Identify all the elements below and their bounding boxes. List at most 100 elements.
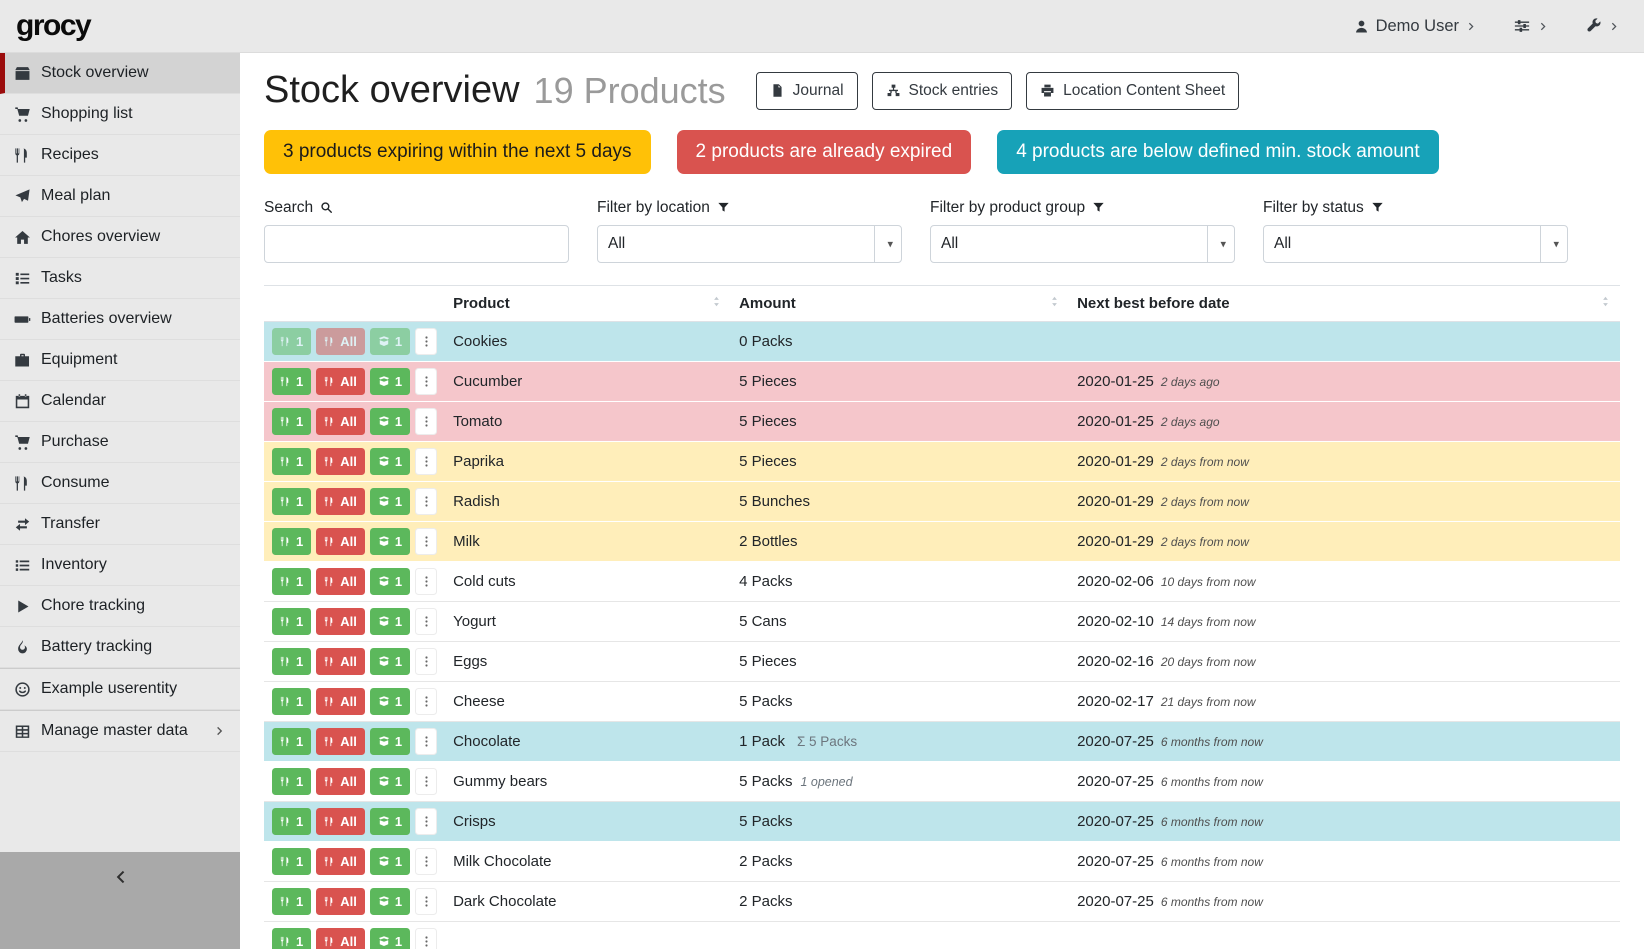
row-menu-button[interactable] [415, 488, 437, 515]
consume-one-button[interactable]: 1 [272, 688, 311, 715]
open-one-button[interactable]: 1 [370, 408, 410, 435]
open-one-button[interactable]: 1 [370, 848, 410, 875]
open-one-button[interactable]: 1 [370, 768, 410, 795]
sort-icon[interactable] [1048, 295, 1061, 308]
open-one-button[interactable]: 1 [370, 608, 410, 635]
row-menu-button[interactable] [415, 528, 437, 555]
consume-one-button[interactable]: 1 [272, 448, 311, 475]
consume-one-button[interactable]: 1 [272, 928, 311, 949]
open-one-button[interactable]: 1 [370, 488, 410, 515]
consume-one-button[interactable]: 1 [272, 488, 311, 515]
row-menu-button[interactable] [415, 408, 437, 435]
consume-all-button[interactable]: All [316, 528, 365, 555]
row-menu-button[interactable] [415, 848, 437, 875]
status-filter-select[interactable]: All [1264, 226, 1567, 262]
sidebar-item-battery-tracking[interactable]: Battery tracking [0, 627, 240, 668]
consume-one-button[interactable]: 1 [272, 768, 311, 795]
row-menu-button[interactable] [415, 928, 437, 949]
consume-all-button[interactable]: All [316, 608, 365, 635]
sidebar-item-chores-overview[interactable]: Chores overview [0, 217, 240, 258]
consume-one-button[interactable]: 1 [272, 728, 311, 755]
consume-one-button[interactable]: 1 [272, 368, 311, 395]
open-one-button[interactable]: 1 [370, 728, 410, 755]
consume-one-button[interactable]: 1 [272, 608, 311, 635]
consume-one-button[interactable]: 1 [272, 328, 311, 355]
open-one-button[interactable]: 1 [370, 808, 410, 835]
open-one-button[interactable]: 1 [370, 528, 410, 555]
sidebar-item-chore-tracking[interactable]: Chore tracking [0, 586, 240, 627]
sidebar-item-calendar[interactable]: Calendar [0, 381, 240, 422]
row-menu-button[interactable] [415, 608, 437, 635]
open-one-button[interactable]: 1 [370, 328, 410, 355]
consume-one-button[interactable]: 1 [272, 808, 311, 835]
sidebar-item-meal-plan[interactable]: Meal plan [0, 176, 240, 217]
open-one-button[interactable]: 1 [370, 928, 410, 949]
open-one-button[interactable]: 1 [370, 448, 410, 475]
location-filter-select[interactable]: All [598, 226, 901, 262]
consume-all-button[interactable]: All [316, 488, 365, 515]
search-input[interactable] [264, 225, 569, 263]
row-menu-button[interactable] [415, 728, 437, 755]
consume-all-button[interactable]: All [316, 728, 365, 755]
row-menu-button[interactable] [415, 328, 437, 355]
sidebar-item-transfer[interactable]: Transfer [0, 504, 240, 545]
status-banner-1[interactable]: 3 products expiring within the next 5 da… [264, 130, 651, 174]
row-menu-button[interactable] [415, 648, 437, 675]
journal-button[interactable]: Journal [756, 72, 858, 110]
sidebar-item-example-userentity[interactable]: Example userentity [0, 668, 240, 710]
consume-all-button[interactable]: All [316, 688, 365, 715]
sidebar-item-shopping-list[interactable]: Shopping list [0, 94, 240, 135]
row-menu-button[interactable] [415, 888, 437, 915]
date-cell [1069, 321, 1620, 361]
consume-all-button[interactable]: All [316, 888, 365, 915]
sidebar-item-consume[interactable]: Consume [0, 463, 240, 504]
sidebar-item-manage-master-data[interactable]: Manage master data [0, 710, 240, 752]
consume-all-button[interactable]: All [316, 648, 365, 675]
sidebar-item-equipment[interactable]: Equipment [0, 340, 240, 381]
row-menu-button[interactable] [415, 808, 437, 835]
row-menu-button[interactable] [415, 368, 437, 395]
sidebar-item-tasks[interactable]: Tasks [0, 258, 240, 299]
sidebar-item-batteries-overview[interactable]: Batteries overview [0, 299, 240, 340]
consume-all-button[interactable]: All [316, 808, 365, 835]
sidebar-item-stock-overview[interactable]: Stock overview [0, 53, 240, 94]
sidebar-item-purchase[interactable]: Purchase [0, 422, 240, 463]
consume-all-button[interactable]: All [316, 568, 365, 595]
open-one-button[interactable]: 1 [370, 568, 410, 595]
sidebar-collapse-button[interactable] [0, 852, 240, 949]
consume-all-button[interactable]: All [316, 328, 365, 355]
consume-all-button[interactable]: All [316, 928, 365, 949]
open-one-button[interactable]: 1 [370, 648, 410, 675]
sidebar-item-inventory[interactable]: Inventory [0, 545, 240, 586]
row-menu-button[interactable] [415, 768, 437, 795]
settings-menu[interactable] [1513, 17, 1549, 35]
sort-icon[interactable] [710, 295, 723, 308]
consume-one-button[interactable]: 1 [272, 408, 311, 435]
consume-all-button[interactable]: All [316, 848, 365, 875]
stock-entries-button[interactable]: Stock entries [872, 72, 1013, 110]
row-menu-button[interactable] [415, 448, 437, 475]
consume-one-button[interactable]: 1 [272, 888, 311, 915]
consume-one-button[interactable]: 1 [272, 568, 311, 595]
consume-all-button[interactable]: All [316, 448, 365, 475]
sort-icon[interactable] [1599, 295, 1612, 308]
open-one-button[interactable]: 1 [370, 888, 410, 915]
consume-all-button[interactable]: All [316, 768, 365, 795]
open-one-button[interactable]: 1 [370, 368, 410, 395]
consume-one-button[interactable]: 1 [272, 848, 311, 875]
open-one-button[interactable]: 1 [370, 688, 410, 715]
product-group-filter-select[interactable]: All [931, 226, 1234, 262]
row-menu-button[interactable] [415, 568, 437, 595]
consume-one-button[interactable]: 1 [272, 528, 311, 555]
button-label: 1 [395, 694, 402, 709]
status-banner-2[interactable]: 2 products are already expired [677, 130, 972, 174]
status-banner-3[interactable]: 4 products are below defined min. stock … [997, 130, 1438, 174]
consume-all-button[interactable]: All [316, 368, 365, 395]
sidebar-item-recipes[interactable]: Recipes [0, 135, 240, 176]
row-menu-button[interactable] [415, 688, 437, 715]
consume-all-button[interactable]: All [316, 408, 365, 435]
user-menu[interactable]: Demo User [1354, 17, 1477, 36]
location-content-sheet-button[interactable]: Location Content Sheet [1026, 72, 1239, 110]
admin-tools-menu[interactable] [1585, 18, 1620, 35]
consume-one-button[interactable]: 1 [272, 648, 311, 675]
